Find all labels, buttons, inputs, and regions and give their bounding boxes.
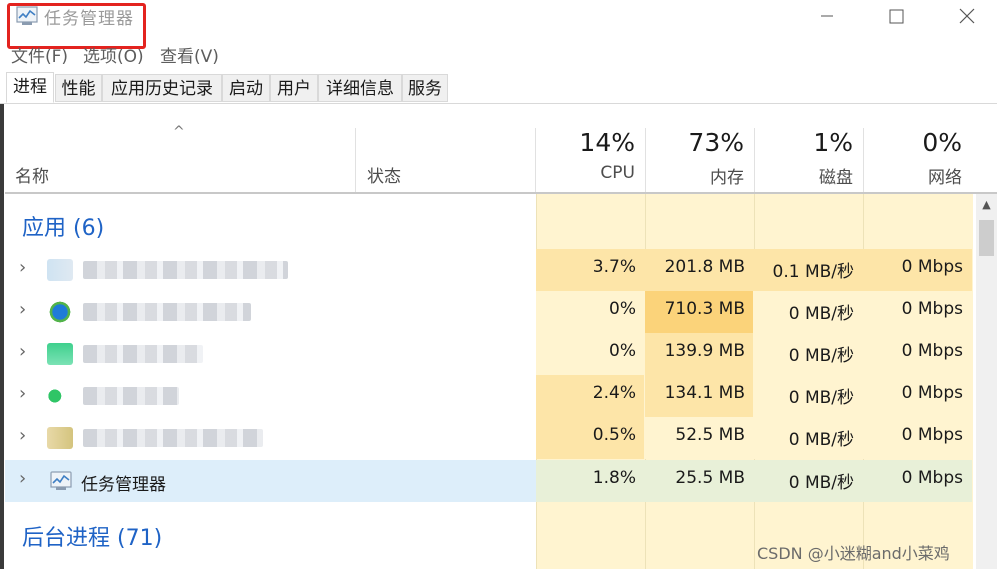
tab-processes[interactable]: 进程	[6, 72, 54, 103]
cpu-value: 0.5%	[592, 425, 636, 445]
tab-bar: 进程 性能 应用历史记录 启动 用户 详细信息 服务	[0, 72, 997, 104]
process-row[interactable]: › 0% 139.9 MB 0 MB/秒 0 Mbps	[5, 333, 972, 375]
disk-percent-total[interactable]: 1%	[759, 128, 853, 157]
memory-value: 710.3 MB	[664, 299, 745, 319]
column-cpu[interactable]: CPU	[545, 163, 635, 183]
title-bar: 任务管理器	[0, 0, 997, 34]
column-separator[interactable]	[645, 128, 646, 192]
menu-options[interactable]: 选项(O)	[83, 42, 144, 67]
tab-details[interactable]: 详细信息	[318, 74, 402, 102]
cpu-value: 2.4%	[592, 383, 636, 403]
menu-bar: 文件(F) 选项(O) 查看(V)	[0, 38, 997, 67]
disk-value: 0 MB/秒	[788, 430, 854, 450]
maximize-icon[interactable]	[873, 0, 919, 32]
memory-value: 139.9 MB	[664, 341, 745, 361]
process-row[interactable]: › 0% 710.3 MB 0 MB/秒 0 Mbps	[5, 291, 972, 333]
task-manager-icon	[50, 471, 72, 490]
tab-app-history[interactable]: 应用历史记录	[102, 74, 222, 102]
watermark-text: CSDN @小迷糊and小菜鸡	[757, 544, 950, 563]
column-separator[interactable]	[754, 128, 755, 192]
column-network[interactable]: 网络	[868, 163, 962, 188]
scroll-up-icon[interactable]: ▲	[976, 198, 997, 211]
menu-file[interactable]: 文件(F)	[11, 42, 68, 67]
process-row[interactable]: › 0.5% 52.5 MB 0 MB/秒 0 Mbps	[5, 417, 972, 459]
cpu-value: 3.7%	[592, 257, 636, 277]
expand-chevron-icon[interactable]: ›	[19, 383, 26, 404]
column-separator[interactable]	[355, 128, 356, 192]
expand-chevron-icon[interactable]: ›	[19, 425, 26, 446]
network-value: 0 Mbps	[901, 299, 963, 319]
minimize-icon[interactable]	[804, 0, 850, 32]
process-name-redacted	[83, 429, 263, 447]
column-disk[interactable]: 磁盘	[759, 163, 853, 188]
process-name-redacted	[83, 345, 203, 363]
cpu-percent-total[interactable]: 14%	[545, 128, 635, 157]
memory-percent-total[interactable]: 73%	[650, 128, 744, 157]
group-background-title[interactable]: 后台进程 (71)	[22, 520, 162, 552]
disk-value: 0 MB/秒	[788, 346, 854, 366]
expand-chevron-icon[interactable]: ›	[19, 341, 26, 362]
tab-services[interactable]: 服务	[402, 74, 448, 102]
process-row[interactable]: › 3.7% 201.8 MB 0.1 MB/秒 0 Mbps	[5, 249, 972, 291]
app-icon	[47, 343, 73, 365]
vertical-scrollbar[interactable]: ▲	[976, 194, 997, 569]
app-icon	[47, 385, 73, 407]
memory-value: 52.5 MB	[675, 425, 745, 445]
expand-chevron-icon[interactable]: ›	[19, 468, 26, 489]
disk-value: 0 MB/秒	[788, 473, 854, 493]
edge-browser-icon	[47, 301, 73, 323]
network-value: 0 Mbps	[901, 468, 963, 488]
process-name: 任务管理器	[81, 475, 166, 495]
app-icon	[47, 259, 73, 281]
process-name-redacted	[83, 387, 179, 405]
disk-value: 0 MB/秒	[788, 304, 854, 324]
scroll-thumb[interactable]	[979, 220, 994, 256]
cpu-value: 0%	[609, 299, 636, 319]
tab-startup[interactable]: 启动	[222, 74, 270, 102]
network-value: 0 Mbps	[901, 383, 963, 403]
process-row-task-manager[interactable]: › 任务管理器 1.8% 25.5 MB 0 MB/秒 0 Mbps	[5, 460, 972, 502]
app-icon	[47, 427, 73, 449]
sort-indicator-icon: ^	[173, 124, 185, 140]
column-name[interactable]: 名称	[15, 162, 49, 187]
column-memory[interactable]: 内存	[650, 163, 744, 188]
process-row[interactable]: › 2.4% 134.1 MB 0 MB/秒 0 Mbps	[5, 375, 972, 417]
group-apps-title[interactable]: 应用 (6)	[22, 210, 104, 242]
memory-value: 134.1 MB	[664, 383, 745, 403]
menu-view[interactable]: 查看(V)	[160, 42, 219, 67]
expand-chevron-icon[interactable]: ›	[19, 257, 26, 278]
process-table-header: ^ 名称 状态 14% CPU 73% 内存 1% 磁盘 0% 网络	[5, 104, 997, 194]
network-percent-total[interactable]: 0%	[868, 128, 962, 157]
close-icon[interactable]	[944, 0, 990, 32]
cpu-value: 1.8%	[592, 468, 636, 488]
tab-performance[interactable]: 性能	[55, 74, 102, 102]
process-list: 应用 (6) › 3.7% 201.8 MB 0.1 MB/秒 0 Mbps ›…	[5, 194, 997, 569]
memory-value: 25.5 MB	[675, 468, 745, 488]
cpu-value: 0%	[609, 341, 636, 361]
expand-chevron-icon[interactable]: ›	[19, 299, 26, 320]
network-value: 0 Mbps	[901, 425, 963, 445]
column-separator[interactable]	[863, 128, 864, 192]
window-left-edge	[0, 104, 4, 569]
column-separator[interactable]	[535, 128, 536, 192]
disk-value: 0 MB/秒	[788, 388, 854, 408]
memory-value: 201.8 MB	[664, 257, 745, 277]
network-value: 0 Mbps	[901, 341, 963, 361]
network-value: 0 Mbps	[901, 257, 963, 277]
disk-value: 0.1 MB/秒	[772, 262, 855, 282]
tab-users[interactable]: 用户	[270, 74, 318, 102]
process-name-redacted	[83, 303, 251, 321]
process-name-redacted	[83, 261, 288, 279]
column-status[interactable]: 状态	[367, 162, 401, 187]
